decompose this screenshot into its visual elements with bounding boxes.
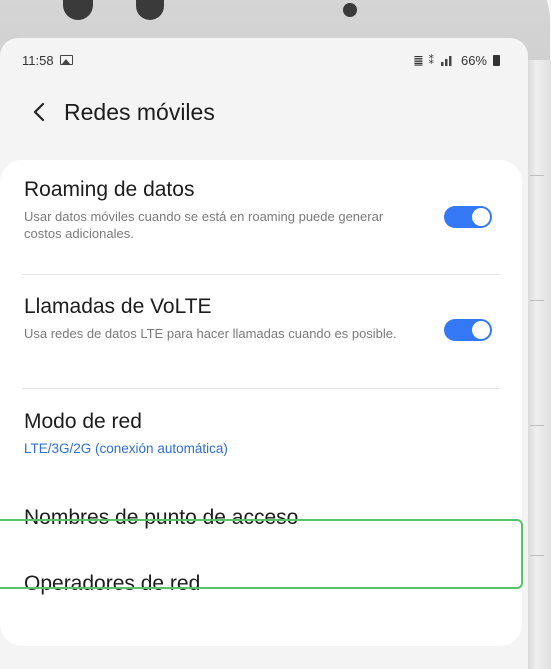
toggle-knob	[472, 208, 490, 226]
setting-title: Roaming de datos	[24, 178, 195, 201]
network-icon: ䷀ ⁑	[413, 54, 435, 67]
divider	[22, 274, 500, 275]
setting-operadores-de-red[interactable]: Operadores de red	[0, 572, 522, 632]
roaming-toggle[interactable]	[444, 206, 492, 228]
battery-percent: 66%	[460, 52, 487, 68]
status-time: 11:58	[22, 52, 54, 68]
front-camera-icon	[343, 3, 357, 17]
setting-title: Nombres de punto de acceso	[24, 506, 299, 529]
setting-title: Operadores de red	[24, 572, 201, 595]
gallery-icon	[59, 55, 73, 65]
edge-divider	[530, 300, 544, 301]
status-right: ䷀ ⁑ 66%	[414, 53, 500, 68]
setting-nombres-punto-acceso[interactable]: Nombres de punto de acceso	[0, 506, 522, 566]
setting-title: Modo de red	[24, 410, 142, 433]
setting-title: Llamadas de VoLTE	[24, 295, 212, 318]
app-bar: Redes móviles	[0, 88, 528, 136]
setting-description: Usa redes de datos LTE para hacer llamad…	[24, 326, 397, 341]
edge-divider	[530, 555, 544, 556]
setting-volte[interactable]: Llamadas de VoLTE Usa redes de datos LTE…	[0, 295, 522, 395]
phone-photo: 11:58 ䷀ ⁑ 66% Redes móviles Roaming de d…	[0, 0, 551, 669]
battery-icon	[493, 54, 500, 66]
status-left: 11:58	[22, 53, 73, 68]
setting-roaming-datos[interactable]: Roaming de datos Usar datos móviles cuan…	[0, 178, 522, 278]
signal-bars-icon	[440, 56, 452, 66]
status-bar: 11:58 ䷀ ⁑ 66%	[22, 50, 500, 70]
network-mode-value: LTE/3G/2G (conexión automática)	[24, 441, 228, 456]
setting-description: Usar datos móviles cuando se está en roa…	[24, 209, 384, 241]
chevron-left-icon	[33, 102, 45, 122]
settings-card: Roaming de datos Usar datos móviles cuan…	[0, 160, 522, 646]
phone-edge	[526, 60, 551, 669]
toggle-knob	[472, 321, 490, 339]
edge-divider	[530, 425, 544, 426]
divider	[22, 388, 500, 389]
phone-screen: 11:58 ䷀ ⁑ 66% Redes móviles Roaming de d…	[0, 38, 528, 669]
setting-modo-de-red[interactable]: Modo de red LTE/3G/2G (conexión automáti…	[0, 410, 522, 480]
back-button[interactable]	[22, 92, 56, 132]
volte-toggle[interactable]	[444, 319, 492, 341]
page-title: Redes móviles	[64, 98, 215, 125]
edge-divider	[530, 175, 544, 176]
